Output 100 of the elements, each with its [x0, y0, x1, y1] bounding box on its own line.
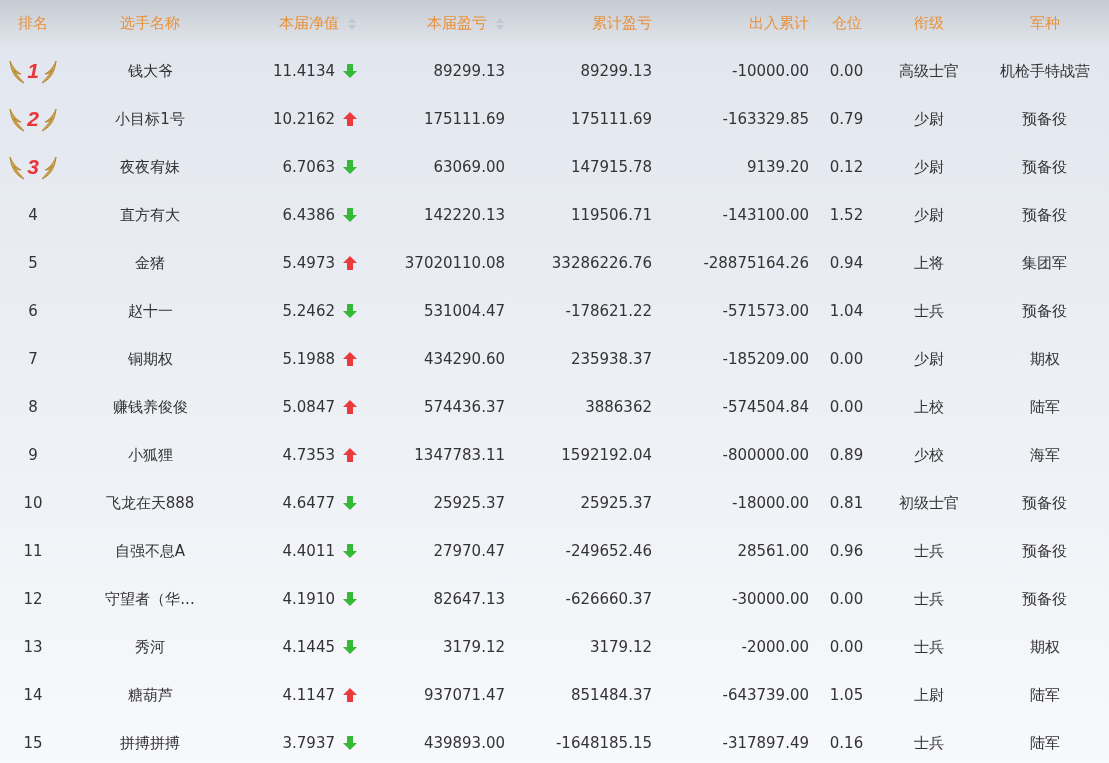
table-cell: 37020110.08	[404, 254, 505, 272]
table-cell: 63069.00	[433, 158, 505, 176]
table-cell: 142220.13	[423, 206, 505, 224]
table-cell: 0.16	[829, 734, 864, 752]
rank-number: 4	[28, 206, 38, 224]
net-value: 6.7063	[282, 158, 335, 176]
table-cell: 0.79	[829, 110, 864, 128]
table-cell: 少尉	[914, 205, 944, 225]
table-cell: 上将	[914, 253, 944, 273]
table-cell: -626660.37	[565, 590, 652, 608]
table-cell: -143100.00	[722, 206, 809, 224]
table-cell: 预备役	[1022, 589, 1067, 609]
table-cell: 士兵	[914, 541, 944, 561]
rank-number: 13	[23, 638, 43, 656]
rank-number: 2	[27, 107, 39, 131]
table-cell: 陆军	[1029, 397, 1060, 417]
table-cell: 预备役	[1022, 301, 1067, 321]
table-cell: 0.00	[829, 62, 864, 80]
net-value: 4.6477	[282, 494, 335, 512]
table-cell: 预备役	[1022, 205, 1067, 225]
table-cell: -249652.46	[565, 542, 652, 560]
table-cell: -1648185.15	[555, 734, 652, 752]
table-cell: -643739.00	[722, 686, 809, 704]
table-cell: -185209.00	[722, 350, 809, 368]
table-cell: 1.52	[829, 206, 864, 224]
table-cell: 预备役	[1022, 541, 1067, 561]
player-name: 糖葫芦	[127, 685, 173, 705]
table-cell: -18000.00	[732, 494, 809, 512]
rank-number: 7	[28, 350, 38, 368]
player-name: 夜夜宥妹	[120, 157, 180, 177]
table-cell: 海军	[1029, 445, 1060, 465]
table-cell: 1.04	[829, 302, 864, 320]
table-cell: 119506.71	[570, 206, 652, 224]
rank-number: 10	[23, 494, 43, 512]
table-cell: 1.05	[829, 686, 864, 704]
table-cell: -574504.84	[722, 398, 809, 416]
table-cell: 预备役	[1022, 157, 1067, 177]
table-cell: 82647.13	[433, 590, 505, 608]
table-cell: 0.12	[829, 158, 864, 176]
player-name: 直方有大	[120, 205, 180, 225]
table-cell: 1347783.11	[414, 446, 505, 464]
table-cell: 0.00	[829, 590, 864, 608]
table-cell: 3179.12	[589, 638, 652, 656]
player-name: 赵十一	[127, 301, 173, 321]
column-header[interactable]: 累计盈亏	[592, 14, 652, 33]
rank-number: 9	[28, 446, 38, 464]
table-cell: 上校	[914, 397, 944, 417]
player-name: 飞龙在天888	[105, 493, 195, 513]
table-cell: -10000.00	[732, 62, 809, 80]
table-cell: 851484.37	[570, 686, 652, 704]
table-cell: 机枪手特战营	[999, 61, 1090, 81]
player-name: 自强不息A	[114, 541, 186, 561]
table-cell: 3179.12	[442, 638, 505, 656]
table-cell: 集团军	[1022, 253, 1067, 273]
column-header[interactable]: 本届净值	[279, 14, 339, 33]
table-cell: 27970.47	[433, 542, 505, 560]
table-cell: 初级士官	[899, 493, 959, 513]
player-name: 铜期权	[127, 349, 173, 369]
table-cell: 少尉	[914, 349, 944, 369]
player-name: 秀河	[135, 637, 165, 657]
table-cell: 士兵	[914, 589, 944, 609]
rank-number: 12	[23, 590, 43, 608]
table-cell: 434290.60	[423, 350, 505, 368]
table-cell: -800000.00	[722, 446, 809, 464]
table-cell: 0.94	[829, 254, 864, 272]
table-cell: -178621.22	[565, 302, 652, 320]
table-cell: 25925.37	[433, 494, 505, 512]
table-cell: 少尉	[914, 109, 944, 129]
table-cell: 士兵	[914, 301, 944, 321]
column-header[interactable]: 本届盈亏	[427, 14, 487, 33]
table-cell: -317897.49	[722, 734, 809, 752]
column-header[interactable]: 衔级	[914, 14, 944, 33]
column-header[interactable]: 排名	[18, 14, 48, 33]
table-cell: -2000.00	[741, 638, 809, 656]
table-cell: 预备役	[1022, 109, 1067, 129]
table-cell: 0.96	[829, 542, 864, 560]
column-header[interactable]: 仓位	[831, 14, 862, 33]
table-cell: 士兵	[914, 637, 944, 657]
table-cell: -571573.00	[722, 302, 809, 320]
column-header[interactable]: 选手名称	[120, 14, 180, 33]
table-cell: 1592192.04	[561, 446, 652, 464]
column-header[interactable]: 出入累计	[749, 14, 809, 33]
table-cell: 235938.37	[570, 350, 652, 368]
rank-number: 5	[28, 254, 38, 272]
rank-number: 14	[23, 686, 43, 704]
table-cell: 937071.47	[423, 686, 505, 704]
net-value: 5.0847	[282, 398, 335, 416]
table-cell: 0.89	[829, 446, 864, 464]
column-header[interactable]: 军种	[1029, 14, 1060, 33]
table-cell: 574436.37	[423, 398, 505, 416]
table-cell: 陆军	[1029, 733, 1060, 753]
rank-number: 8	[28, 398, 38, 416]
net-value: 5.1988	[282, 350, 335, 368]
net-value: 4.1445	[282, 638, 335, 656]
table-cell: 0.81	[829, 494, 864, 512]
table-cell: 175111.69	[423, 110, 505, 128]
table-cell: 147915.78	[570, 158, 652, 176]
net-value: 4.1147	[282, 686, 335, 704]
table-cell: 89299.13	[433, 62, 505, 80]
net-value: 3.7937	[282, 734, 335, 752]
